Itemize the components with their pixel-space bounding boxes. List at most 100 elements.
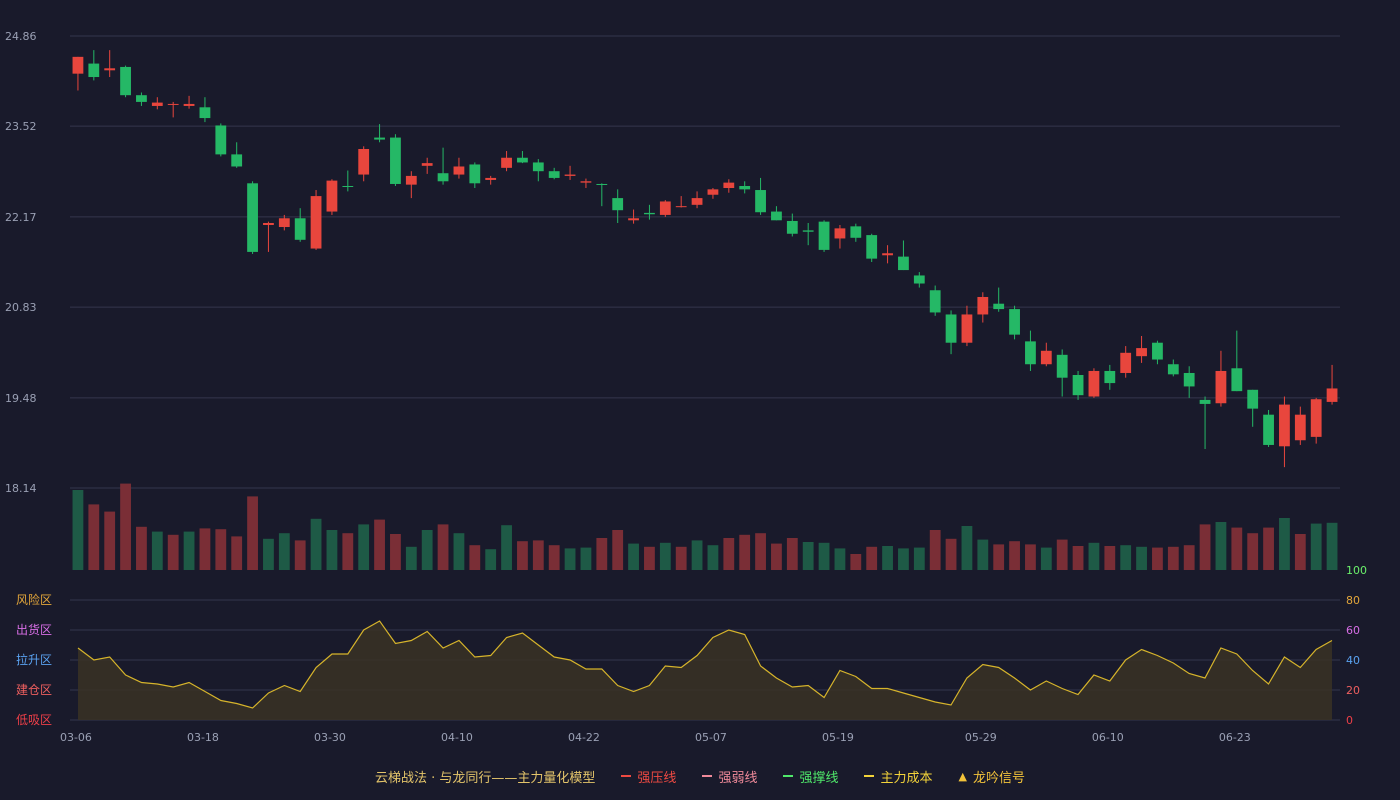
candle-body [628, 218, 639, 221]
candle-body [342, 185, 354, 187]
volume-bar [1040, 547, 1052, 570]
cost-line-icon [864, 775, 875, 777]
candle-body [882, 253, 893, 256]
volume-bar [183, 531, 195, 570]
volume-bar [374, 519, 385, 570]
volume-bar [548, 545, 560, 570]
volume-bar [1136, 546, 1147, 570]
date-tick-label: 04-10 [441, 731, 473, 744]
candle-body [501, 157, 512, 168]
zone-label: 建仓区 [16, 683, 52, 697]
date-tick-label: 06-10 [1092, 731, 1124, 744]
candle-body [532, 162, 544, 172]
candle-body [850, 226, 862, 238]
candle-body [1009, 309, 1020, 335]
volume-bar [167, 534, 179, 570]
volume-bar [834, 548, 846, 570]
candle-body [707, 189, 719, 195]
volume-bar [707, 545, 719, 570]
candle-body [485, 177, 497, 180]
candle-body [247, 183, 258, 252]
date-tick-label: 06-23 [1219, 731, 1251, 744]
date-tick-label: 03-30 [314, 731, 346, 744]
legend-item-cost: 主力成本 [864, 767, 932, 786]
volume-bar [437, 524, 449, 570]
volume-bar [644, 546, 655, 570]
candle-body [1136, 348, 1147, 357]
volume-bar [326, 530, 338, 570]
volume-bar [1009, 541, 1020, 570]
date-tick-label: 03-18 [187, 731, 219, 744]
volume-bar [104, 511, 116, 570]
legend-item-support: 强撑线 [783, 767, 838, 786]
candle-body [1072, 375, 1084, 396]
legend-item-strength: 强弱线 [702, 767, 757, 786]
legend-label: 主力成本 [880, 770, 933, 786]
candle-body [167, 103, 179, 105]
price-tick-label: 23.52 [5, 120, 37, 133]
candle-body [818, 221, 830, 250]
date-tick-label: 05-29 [965, 731, 997, 744]
candlesticks [72, 50, 1338, 468]
volume-bar [1120, 545, 1132, 570]
volume-bar [342, 533, 354, 570]
candle-body [929, 290, 941, 313]
candle-body [517, 157, 528, 163]
price-tick-label: 24.86 [5, 30, 37, 43]
candle-body [1167, 364, 1179, 375]
volume-bars [72, 483, 1338, 570]
date-tick-label: 05-19 [822, 731, 854, 744]
candle-body [771, 211, 782, 221]
volume-bar [628, 543, 639, 570]
candle-body [120, 66, 131, 96]
strength-line-icon [702, 775, 713, 777]
candle-body [199, 107, 211, 119]
volume-bar [913, 547, 925, 570]
volume-bar [199, 528, 211, 570]
candle-body [1294, 414, 1306, 441]
volume-bar [898, 548, 909, 570]
osc-tick-label: 0 [1346, 714, 1353, 727]
candle-body [913, 275, 925, 284]
candle-body [786, 220, 798, 234]
price-tick-label: 19.48 [5, 392, 37, 405]
volume-bar [691, 540, 703, 570]
candle-body [723, 182, 735, 189]
legend-item-resistance: 强压线 [621, 767, 676, 786]
volume-bar [1199, 524, 1211, 570]
candle-body [1120, 352, 1132, 373]
volume-bar [1310, 523, 1322, 570]
candle-body [453, 166, 465, 175]
candle-body [421, 163, 433, 166]
candle-body [263, 222, 274, 226]
zone-label: 低吸区 [16, 713, 52, 727]
price-grid [70, 35, 1340, 489]
candle-body [1263, 414, 1274, 445]
volume-bar [88, 504, 100, 570]
volume-bar [580, 547, 592, 570]
volume-bar [866, 546, 878, 570]
candle-body [1025, 341, 1036, 365]
volume-bar [1104, 546, 1116, 570]
price-tick-label: 22.17 [5, 211, 37, 224]
candle-body [675, 206, 687, 208]
volume-bar [263, 538, 274, 570]
candle-body [1247, 389, 1259, 409]
legend-label: 强弱线 [718, 770, 758, 786]
volume-bar [659, 542, 671, 570]
candle-body [1104, 370, 1116, 384]
volume-bar [993, 544, 1005, 570]
volume-bar [517, 541, 528, 570]
volume-bar [215, 529, 227, 570]
osc-tick-label: 20 [1346, 684, 1360, 697]
candle-body [580, 181, 592, 183]
candle-body [1056, 354, 1068, 378]
candle-body [802, 230, 814, 232]
volume-bar [929, 530, 941, 570]
candle-body [294, 218, 306, 240]
volume-bar [1167, 546, 1179, 570]
candle-body [1310, 399, 1322, 437]
osc-tick-label: 100 [1346, 564, 1367, 577]
osc-area [78, 621, 1332, 720]
candle-body [945, 314, 957, 343]
